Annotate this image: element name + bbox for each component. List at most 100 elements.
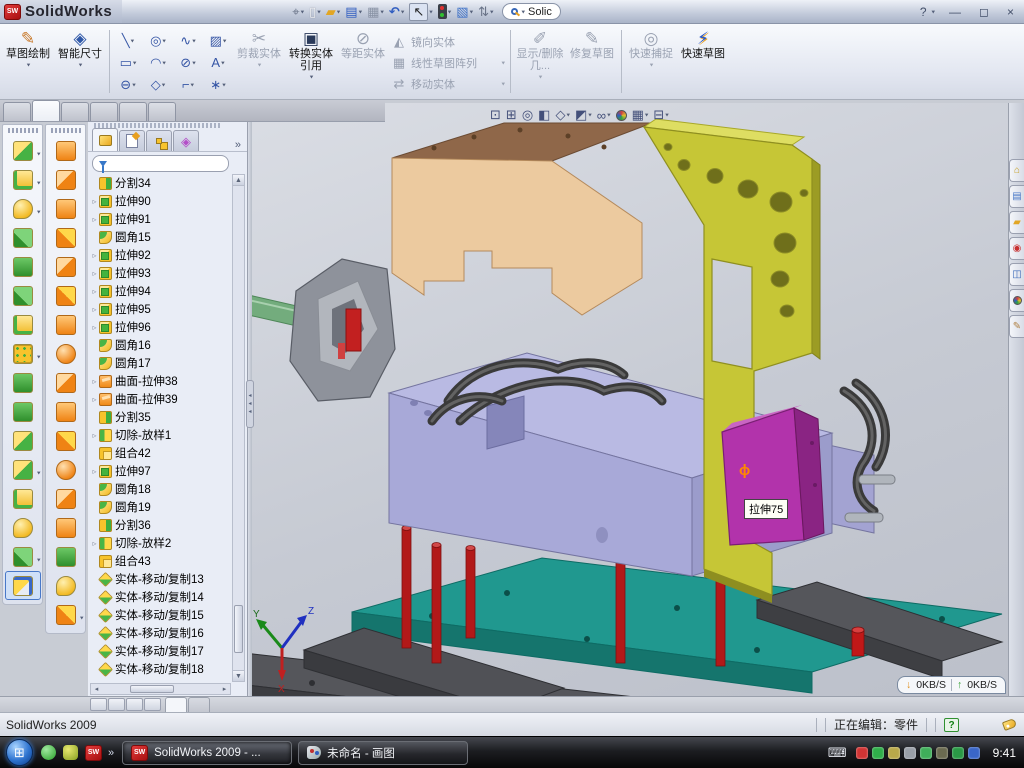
surface-tool-button[interactable]: ▾	[48, 223, 84, 252]
commandmanager-tab[interactable]	[3, 102, 31, 121]
tray-icon[interactable]	[904, 747, 916, 759]
surface-tool-button[interactable]: ▾	[48, 136, 84, 165]
feature-tool-button[interactable]: ▾	[5, 455, 41, 484]
expand-arrow-icon[interactable]	[90, 323, 99, 332]
tree-item[interactable]: 拉伸96	[90, 318, 231, 336]
tab-nav-button[interactable]	[90, 698, 107, 711]
tree-item[interactable]: 圆角15	[90, 228, 231, 246]
window-button[interactable]: ◻ ▾	[973, 4, 995, 20]
top-plate-tan[interactable]	[392, 123, 652, 315]
quickbar-button[interactable]: ▰ ▾	[324, 4, 343, 20]
surface-tool-button[interactable]: ▾	[48, 426, 84, 455]
tray-icon[interactable]	[888, 747, 900, 759]
toolbar-grip[interactable]	[51, 128, 81, 133]
solidworks-quicklaunch-icon[interactable]: SW	[85, 745, 102, 761]
tree-item[interactable]: 实体-移动/复制14	[90, 588, 231, 606]
task-pane-tab[interactable]: ✎	[1009, 315, 1024, 338]
sketch-tool-button[interactable]: ⊖ ▾	[113, 74, 143, 96]
surface-tool-button[interactable]: ▾	[48, 397, 84, 426]
commandmanager-tab[interactable]	[148, 102, 176, 121]
tree-item[interactable]: 实体-移动/复制18	[90, 660, 231, 678]
tree-item[interactable]: 圆角16	[90, 336, 231, 354]
feature-tool-button[interactable]: ▾	[5, 484, 41, 513]
feature-tool-button[interactable]: ▾	[5, 281, 41, 310]
tab-nav-button[interactable]	[144, 698, 161, 711]
repair-sketch-button[interactable]: ✎ 修复草图	[566, 26, 618, 97]
panel-splitter-handle[interactable]: ◂◂◂	[246, 380, 254, 428]
start-button[interactable]: ⊞	[6, 739, 33, 766]
surface-tool-button[interactable]: ▾	[48, 194, 84, 223]
expand-arrow-icon[interactable]	[90, 215, 99, 224]
stack-button[interactable]: ⇄ 移动实体 ▾	[389, 73, 507, 94]
stack-button[interactable]: ▦ 线性草图阵列 ▾	[389, 52, 507, 73]
quickbar-button[interactable]: ⇅ ▾	[476, 4, 495, 20]
tree-item[interactable]: 分割35	[90, 408, 231, 426]
convert-entities-button[interactable]: ▣ 转换实体引用 ▾	[285, 26, 337, 97]
headsup-button[interactable]: ∞ ▾	[597, 108, 611, 123]
menu-item[interactable]	[152, 9, 174, 15]
tray-icon[interactable]	[968, 747, 980, 759]
tray-icon[interactable]	[952, 747, 964, 759]
propertymanager-tab[interactable]	[119, 130, 145, 151]
tree-item[interactable]: 切除-放样2	[90, 534, 231, 552]
toolbar-grip[interactable]	[8, 128, 38, 133]
menu-item[interactable]	[174, 9, 196, 15]
scroll-up-arrow[interactable]: ▲	[233, 175, 244, 186]
headsup-button[interactable]: ⊟ ▾	[653, 107, 668, 123]
tree-item[interactable]: 实体-移动/复制17	[90, 642, 231, 660]
stack-button[interactable]: ◭ 镜向实体 ▾	[389, 31, 507, 52]
task-pane-tab[interactable]: ⌂	[1009, 159, 1024, 182]
tree-item[interactable]: 曲面-拉伸39	[90, 390, 231, 408]
surface-tool-button[interactable]: ▾	[48, 368, 84, 397]
quickbar-button[interactable]: ↖ ▾	[407, 3, 434, 21]
sketch-tool-button[interactable]: ▨ ▾	[203, 30, 233, 52]
tray-icon[interactable]	[936, 747, 948, 759]
featuremanager-tree-tab[interactable]	[92, 128, 118, 151]
tree-item[interactable]: 圆角18	[90, 480, 231, 498]
search-input[interactable]: Solic	[528, 6, 552, 18]
tree-item[interactable]: 拉伸91	[90, 210, 231, 228]
tree-item[interactable]: 圆角19	[90, 498, 231, 516]
search-box[interactable]: ▾ Solic	[502, 3, 561, 20]
surface-tool-button[interactable]: ▾	[48, 484, 84, 513]
expand-arrow-icon[interactable]	[90, 377, 99, 386]
feature-tool-button[interactable]: ▾	[5, 252, 41, 281]
scrollbar-thumb[interactable]	[234, 605, 243, 653]
taskbar-window-button[interactable]: SW 未命名 - 画图	[298, 741, 468, 765]
sketch-tool-button[interactable]: ◠ ▾	[143, 52, 173, 74]
tree-item[interactable]: 拉伸94	[90, 282, 231, 300]
tree-item[interactable]: 圆角17	[90, 354, 231, 372]
sketch-tool-button[interactable]: A ▾	[203, 52, 233, 74]
quick-launch-chevron[interactable]: »	[108, 747, 114, 759]
tree-item[interactable]: 分割34	[90, 174, 231, 192]
tree-item[interactable]: 实体-移动/复制15	[90, 606, 231, 624]
sketch-tool-button[interactable]: ▭ ▾	[113, 52, 143, 74]
headsup-button[interactable]: ▾	[616, 110, 627, 121]
headsup-button[interactable]: ◎ ▾	[522, 107, 533, 123]
feature-tool-button[interactable]: ▾	[5, 339, 41, 368]
menu-item[interactable]	[240, 9, 262, 15]
feature-tool-button[interactable]: ▾	[5, 426, 41, 455]
tree-item[interactable]: 拉伸95	[90, 300, 231, 318]
tab-nav-button[interactable]	[126, 698, 143, 711]
menu-item[interactable]	[262, 9, 284, 15]
taskbar-window-button[interactable]: SW SolidWorks 2009 - ...	[122, 741, 292, 765]
quickbar-button[interactable]: ▤ ▾	[343, 4, 364, 20]
tree-horizontal-scrollbar[interactable]: ◂ ▸	[90, 683, 231, 695]
document-tab[interactable]	[165, 697, 187, 712]
surface-tool-button[interactable]: ▾	[48, 339, 84, 368]
insert-block-magenta[interactable]: ϕ	[722, 405, 824, 545]
task-pane-tab[interactable]: ◫	[1009, 263, 1024, 286]
tree-filter-box[interactable]	[92, 155, 229, 172]
task-pane-tab[interactable]: ◉	[1009, 237, 1024, 260]
display-delete-relations-button[interactable]: ✐ 显示/删除几... ▾	[514, 26, 566, 97]
quickbar-button[interactable]: ▾	[436, 4, 454, 19]
expand-arrow-icon[interactable]	[90, 305, 99, 314]
feature-tool-button[interactable]: ▾	[5, 136, 41, 165]
feature-tool-button[interactable]: ▾	[5, 194, 41, 223]
tag-icon[interactable]	[1002, 718, 1017, 731]
commandmanager-tab[interactable]	[90, 102, 118, 121]
commandmanager-tab[interactable]	[61, 102, 89, 121]
commandmanager-tab[interactable]	[32, 100, 60, 121]
graphics-viewport[interactable]: ϕ Y Z X ⊡ ▾ ⊞	[252, 103, 1008, 696]
